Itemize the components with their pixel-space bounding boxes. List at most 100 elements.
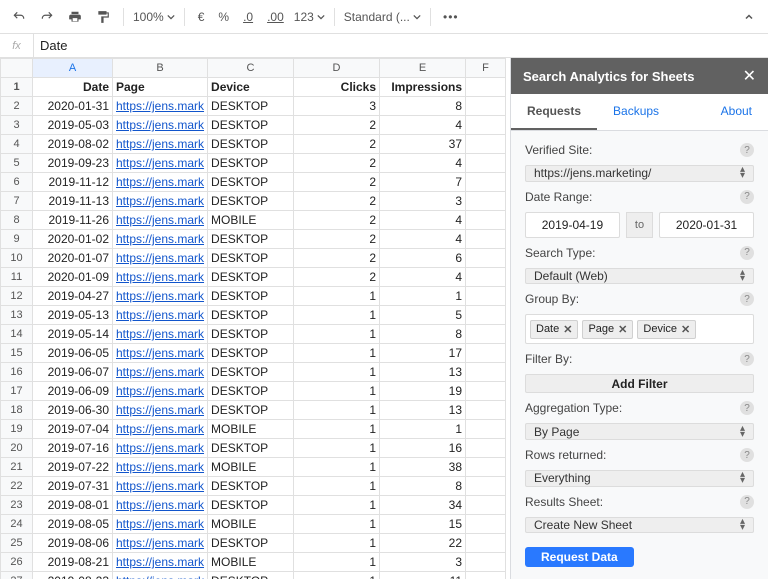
cell[interactable]: 2019-05-14 <box>33 325 113 344</box>
number-format-dropdown[interactable]: 123 <box>294 10 325 24</box>
page-link[interactable]: https://jens.mark <box>116 156 204 170</box>
aggregation-type-select[interactable]: By Page▴▾ <box>525 423 754 440</box>
cell[interactable]: https://jens.mark <box>113 477 208 496</box>
page-link[interactable]: https://jens.mark <box>116 175 204 189</box>
cell[interactable]: 1 <box>294 401 380 420</box>
page-link[interactable]: https://jens.mark <box>116 327 204 341</box>
page-link[interactable]: https://jens.mark <box>116 479 204 493</box>
cell[interactable]: 22 <box>380 534 466 553</box>
cell[interactable]: 1 <box>294 363 380 382</box>
cell[interactable]: 2020-01-07 <box>33 249 113 268</box>
row-header[interactable]: 20 <box>1 439 33 458</box>
cell[interactable]: 2019-08-05 <box>33 515 113 534</box>
cell[interactable] <box>466 553 506 572</box>
cell[interactable]: DESKTOP <box>208 439 294 458</box>
paint-format-icon[interactable] <box>92 6 114 28</box>
cell[interactable]: 4 <box>380 268 466 287</box>
row-header[interactable]: 26 <box>1 553 33 572</box>
cell[interactable]: 2019-05-13 <box>33 306 113 325</box>
cell[interactable]: 1 <box>380 287 466 306</box>
undo-icon[interactable] <box>8 6 30 28</box>
cell[interactable]: 3 <box>294 97 380 116</box>
group-by-chip[interactable]: Date✕ <box>530 320 578 339</box>
cell[interactable]: 2019-11-26 <box>33 211 113 230</box>
decrease-decimal-button[interactable]: .0 <box>239 10 257 24</box>
help-icon[interactable]: ? <box>740 352 754 366</box>
cell[interactable]: 3 <box>380 192 466 211</box>
row-header[interactable]: 18 <box>1 401 33 420</box>
cell[interactable]: DESKTOP <box>208 401 294 420</box>
cell[interactable]: https://jens.mark <box>113 97 208 116</box>
cell[interactable] <box>466 534 506 553</box>
cell[interactable]: DESKTOP <box>208 192 294 211</box>
row-header[interactable]: 6 <box>1 173 33 192</box>
add-filter-button[interactable]: Add Filter <box>525 374 754 393</box>
page-link[interactable]: https://jens.mark <box>116 403 204 417</box>
cell[interactable] <box>466 382 506 401</box>
row-header[interactable]: 27 <box>1 572 33 579</box>
chip-remove-icon[interactable]: ✕ <box>681 323 690 336</box>
cell[interactable]: 1 <box>294 477 380 496</box>
cell[interactable]: https://jens.mark <box>113 344 208 363</box>
cell[interactable]: 11 <box>380 572 466 579</box>
cell[interactable]: 15 <box>380 515 466 534</box>
row-header[interactable]: 24 <box>1 515 33 534</box>
col-header-F[interactable]: F <box>466 59 506 78</box>
help-icon[interactable]: ? <box>740 448 754 462</box>
font-dropdown[interactable]: Standard (... <box>344 10 421 24</box>
page-link[interactable]: https://jens.mark <box>116 118 204 132</box>
cell[interactable]: 1 <box>294 439 380 458</box>
cell[interactable]: 2019-04-27 <box>33 287 113 306</box>
zoom-dropdown[interactable]: 100% <box>133 10 175 24</box>
cell[interactable]: 7 <box>380 173 466 192</box>
cell[interactable]: 2019-11-12 <box>33 173 113 192</box>
help-icon[interactable]: ? <box>740 143 754 157</box>
help-icon[interactable]: ? <box>740 401 754 415</box>
row-header[interactable]: 2 <box>1 97 33 116</box>
cell[interactable]: 2019-11-13 <box>33 192 113 211</box>
row-header[interactable]: 8 <box>1 211 33 230</box>
search-type-select[interactable]: Default (Web)▴▾ <box>525 268 754 285</box>
page-link[interactable]: https://jens.mark <box>116 498 204 512</box>
cell[interactable]: 38 <box>380 458 466 477</box>
cell[interactable]: 8 <box>380 325 466 344</box>
cell[interactable]: MOBILE <box>208 515 294 534</box>
page-link[interactable]: https://jens.mark <box>116 574 204 579</box>
cell[interactable]: 2019-08-06 <box>33 534 113 553</box>
page-link[interactable]: https://jens.mark <box>116 460 204 474</box>
cell[interactable]: https://jens.mark <box>113 496 208 515</box>
cell[interactable]: 6 <box>380 249 466 268</box>
row-header[interactable]: 9 <box>1 230 33 249</box>
cell[interactable] <box>466 496 506 515</box>
page-link[interactable]: https://jens.mark <box>116 270 204 284</box>
cell[interactable]: https://jens.mark <box>113 287 208 306</box>
cell[interactable]: DESKTOP <box>208 173 294 192</box>
cell[interactable] <box>466 363 506 382</box>
cell[interactable]: 2019-08-21 <box>33 553 113 572</box>
page-link[interactable]: https://jens.mark <box>116 517 204 531</box>
cell[interactable] <box>466 477 506 496</box>
cell[interactable]: 17 <box>380 344 466 363</box>
date-end-input[interactable]: 2020-01-31 <box>659 212 754 238</box>
cell[interactable]: 13 <box>380 363 466 382</box>
row-header[interactable]: 13 <box>1 306 33 325</box>
collapse-toolbar-icon[interactable] <box>738 6 760 28</box>
row-header[interactable]: 7 <box>1 192 33 211</box>
cell[interactable] <box>466 287 506 306</box>
more-icon[interactable]: ••• <box>440 6 462 28</box>
group-by-chip[interactable]: Device✕ <box>637 320 696 339</box>
page-link[interactable]: https://jens.mark <box>116 99 204 113</box>
cell[interactable]: 2019-07-31 <box>33 477 113 496</box>
help-icon[interactable]: ? <box>740 190 754 204</box>
page-link[interactable]: https://jens.mark <box>116 384 204 398</box>
cell[interactable] <box>466 439 506 458</box>
cell[interactable]: https://jens.mark <box>113 420 208 439</box>
cell[interactable]: https://jens.mark <box>113 268 208 287</box>
cell[interactable]: https://jens.mark <box>113 363 208 382</box>
cell[interactable]: DESKTOP <box>208 325 294 344</box>
page-link[interactable]: https://jens.mark <box>116 346 204 360</box>
cell[interactable]: 1 <box>294 572 380 579</box>
cell[interactable] <box>466 249 506 268</box>
cell[interactable]: 2 <box>294 173 380 192</box>
cell[interactable] <box>466 401 506 420</box>
